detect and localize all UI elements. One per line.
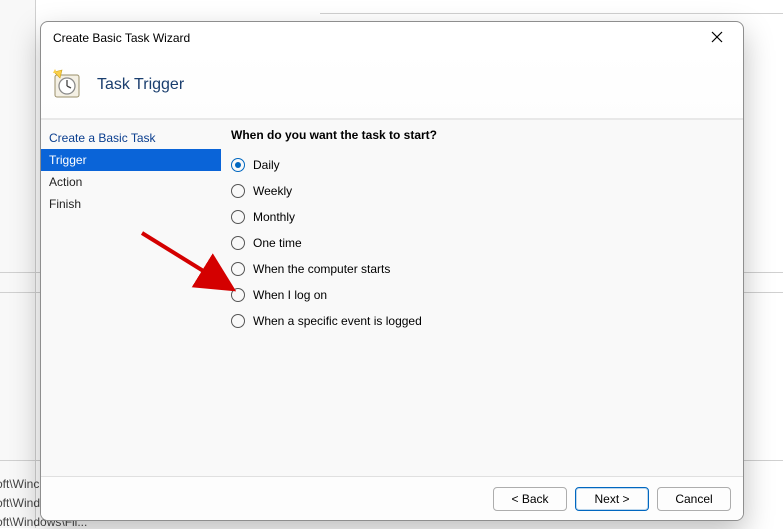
banner: Task Trigger	[41, 52, 743, 120]
sidebar-item-label: Action	[49, 175, 82, 189]
option-when-i-log-on[interactable]: When I log on	[231, 282, 733, 308]
clock-icon	[51, 69, 83, 101]
radio-icon	[231, 184, 245, 198]
sidebar-item-label: Create a Basic Task	[49, 131, 156, 145]
option-label: Monthly	[253, 210, 295, 224]
radio-icon	[231, 288, 245, 302]
sidebar-item-finish[interactable]: Finish	[41, 193, 221, 215]
question-label: When do you want the task to start?	[231, 128, 733, 142]
option-when-event-logged[interactable]: When a specific event is logged	[231, 308, 733, 334]
option-monthly[interactable]: Monthly	[231, 204, 733, 230]
radio-icon	[231, 158, 245, 172]
footer: < Back Next > Cancel	[41, 476, 743, 520]
sidebar: Create a Basic Task Trigger Action Finis…	[41, 120, 221, 476]
option-label: When the computer starts	[253, 262, 390, 276]
option-weekly[interactable]: Weekly	[231, 178, 733, 204]
option-label: Daily	[253, 158, 280, 172]
window-title: Create Basic Task Wizard	[53, 29, 695, 45]
back-button[interactable]: < Back	[493, 487, 567, 511]
option-label: When I log on	[253, 288, 327, 302]
option-label: When a specific event is logged	[253, 314, 422, 328]
next-button[interactable]: Next >	[575, 487, 649, 511]
option-label: One time	[253, 236, 302, 250]
bg-text-snippet: oft\Winc	[0, 477, 39, 491]
titlebar: Create Basic Task Wizard	[41, 22, 743, 52]
radio-icon	[231, 262, 245, 276]
option-when-computer-starts[interactable]: When the computer starts	[231, 256, 733, 282]
close-icon	[711, 31, 723, 43]
main-panel: When do you want the task to start? Dail…	[221, 120, 743, 476]
option-daily[interactable]: Daily	[231, 152, 733, 178]
radio-icon	[231, 210, 245, 224]
bg-header-divider	[320, 13, 783, 14]
bg-left-column	[0, 0, 36, 528]
option-one-time[interactable]: One time	[231, 230, 733, 256]
sidebar-item-label: Finish	[49, 197, 81, 211]
cancel-button[interactable]: Cancel	[657, 487, 731, 511]
radio-icon	[231, 236, 245, 250]
sidebar-item-create-basic-task[interactable]: Create a Basic Task	[41, 127, 221, 149]
sidebar-item-action[interactable]: Action	[41, 171, 221, 193]
banner-title: Task Trigger	[97, 76, 184, 94]
wizard-dialog: Create Basic Task Wizard Task Trigger Cr…	[40, 21, 744, 521]
close-button[interactable]	[695, 23, 739, 51]
sidebar-item-trigger[interactable]: Trigger	[41, 149, 221, 171]
radio-icon	[231, 314, 245, 328]
sidebar-item-label: Trigger	[49, 153, 87, 167]
content-area: Create a Basic Task Trigger Action Finis…	[41, 120, 743, 476]
option-label: Weekly	[253, 184, 292, 198]
